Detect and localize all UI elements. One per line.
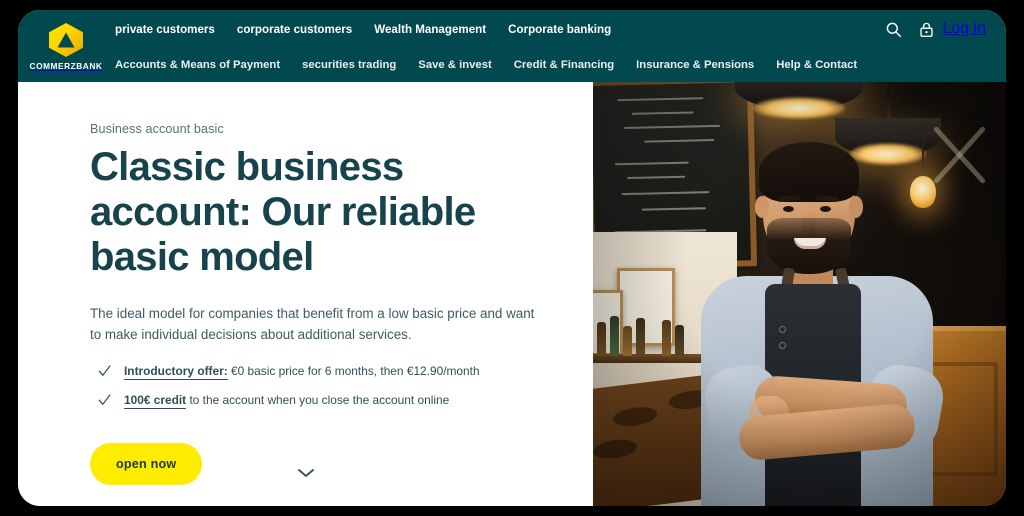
nav-corporate-customers[interactable]: corporate customers [237, 23, 352, 36]
nav-help-and-contact[interactable]: Help & Contact [776, 59, 857, 71]
brand-wordmark: COMMERZBANK [29, 60, 103, 71]
photo-person-eye [820, 206, 831, 212]
browser-viewport: COMMERZBANK private customers corporate … [0, 0, 1024, 516]
commerzbank-logo-link[interactable]: COMMERZBANK [23, 15, 109, 77]
photo-lamp-cord [887, 88, 890, 122]
nav-private-customers[interactable]: private customers [115, 23, 215, 36]
list-item: 100€ credit to the account when you clos… [90, 392, 549, 409]
hero-eyebrow: Business account basic [90, 122, 224, 136]
hero-subtitle: The ideal model for companies that benef… [90, 305, 535, 342]
header-actions: Log in [885, 10, 986, 48]
check-icon [98, 365, 111, 376]
photo-pendant-lamp [735, 82, 863, 110]
nav-credit-and-financing[interactable]: Credit & Financing [514, 59, 614, 71]
nav-corporate-banking[interactable]: Corporate banking [508, 23, 611, 36]
nav-accounts-means-of-payment[interactable]: Accounts & Means of Payment [115, 59, 280, 71]
nav-wealth-management[interactable]: Wealth Management [374, 23, 486, 36]
hero-benefit-list: Introductory offer: €0 basic price for 6… [90, 363, 549, 409]
photo-person [689, 134, 949, 506]
hero-photo [593, 82, 1006, 506]
login-button[interactable]: Log in [918, 20, 986, 38]
nav-insurance-and-pensions[interactable]: Insurance & Pensions [636, 59, 754, 71]
photo-person-eye [783, 206, 794, 212]
photo-person-hand [749, 396, 789, 430]
search-icon[interactable] [885, 21, 902, 38]
login-label: Log in [942, 20, 986, 37]
page-title: Classic business account: Our reliable b… [90, 145, 476, 280]
photo-person-ear [849, 196, 863, 218]
benefit-rest: €0 basic price for 6 months, then €12.90… [227, 363, 480, 378]
open-now-button[interactable]: open now [90, 443, 203, 486]
check-icon [98, 394, 111, 405]
chevron-down-icon[interactable] [297, 468, 314, 478]
hero-text-panel: Business account basic Classic business … [18, 82, 593, 506]
benefit-text: 100€ credit to the account when you clos… [124, 392, 450, 409]
benefit-highlight-link[interactable]: 100€ credit [124, 392, 187, 409]
secondary-navigation: Accounts & Means of Payment securities t… [115, 48, 857, 82]
primary-navigation: private customers corporate customers We… [115, 10, 611, 48]
hero-section: Business account basic Classic business … [18, 82, 1006, 506]
nav-securities-trading[interactable]: securities trading [302, 59, 396, 71]
benefit-text: Introductory offer: €0 basic price for 6… [124, 363, 480, 380]
commerzbank-hexagon-logo-icon [49, 22, 83, 57]
benefit-highlight-link[interactable]: Introductory offer: [124, 363, 228, 380]
photo-person-hair [759, 142, 859, 202]
photo-person-ear [755, 196, 769, 218]
page-shell: COMMERZBANK private customers corporate … [18, 10, 1006, 506]
lock-icon [920, 22, 934, 37]
site-header: COMMERZBANK private customers corporate … [18, 10, 1006, 82]
list-item: Introductory offer: €0 basic price for 6… [90, 363, 549, 380]
benefit-rest: to the account when you close the accoun… [186, 392, 450, 407]
nav-save-and-invest[interactable]: Save & invest [418, 59, 491, 71]
